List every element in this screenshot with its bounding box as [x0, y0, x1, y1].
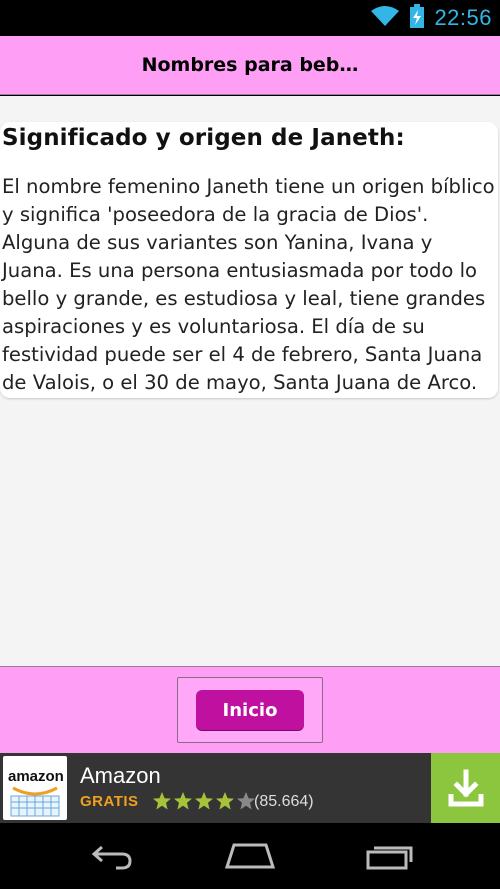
app-header: Nombres para beb… [0, 36, 500, 95]
status-icons: 22:56 [370, 3, 492, 33]
battery-charging-icon [410, 3, 425, 33]
status-time: 22:56 [434, 5, 492, 30]
card-body: El nombre femenino Janeth tiene un orige… [2, 175, 495, 394]
ad-logo[interactable]: amazon [3, 756, 67, 820]
star-icon [174, 792, 192, 810]
wifi-icon [370, 5, 400, 32]
back-icon [91, 845, 132, 870]
star-icon [216, 792, 234, 810]
meaning-card: Significado y origen de Janeth: El nombr… [0, 122, 498, 398]
card-title: Significado y origen de Janeth: [2, 125, 405, 151]
ad-download-button[interactable] [431, 753, 500, 823]
home-button[interactable] [215, 831, 285, 881]
bottom-bar: Inicio [0, 666, 500, 753]
inicio-button[interactable]: Inicio [196, 690, 304, 730]
status-bar: 22:56 [0, 0, 500, 36]
recent-apps-icon [366, 846, 413, 870]
ad-title: Amazon [80, 763, 161, 788]
inicio-frame: Inicio [177, 677, 323, 743]
back-button[interactable] [75, 831, 145, 881]
star-icon [195, 792, 213, 810]
download-icon [448, 769, 483, 807]
ad-price: GRATIS [80, 793, 139, 810]
recent-apps-button[interactable] [355, 831, 425, 881]
star-icon [237, 792, 255, 810]
nav-bar [0, 823, 500, 889]
ad-reviews: (85.664) [254, 793, 314, 810]
app-title: Nombres para beb… [141, 54, 359, 76]
home-icon [224, 843, 276, 869]
ad-rating [152, 791, 256, 811]
ad-banner[interactable]: amazon Amazon GRATIS (85.664) [0, 753, 500, 823]
content-area: Significado y origen de Janeth: El nombr… [0, 96, 500, 666]
star-icon [153, 792, 171, 810]
cart-icon [10, 786, 60, 817]
